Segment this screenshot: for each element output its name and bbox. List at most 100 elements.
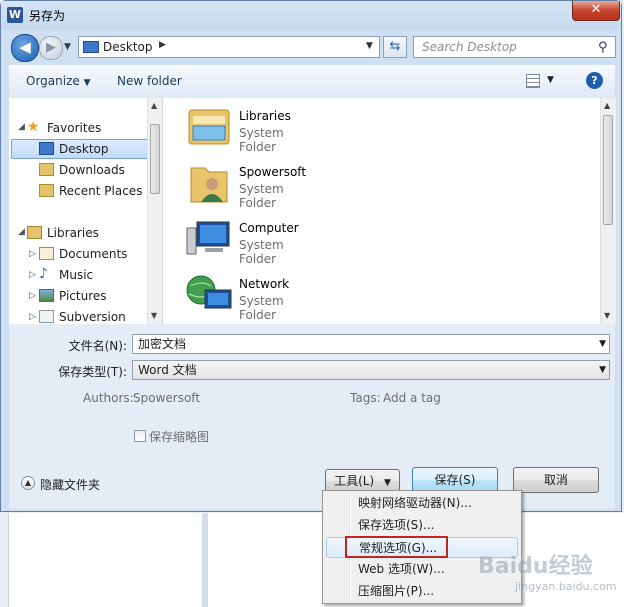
baidu-watermark-url: jingyan.baidu.com bbox=[515, 580, 617, 593]
background-divider bbox=[202, 513, 208, 607]
tools-label: 工具(L) bbox=[334, 474, 375, 488]
organize-label: Organize bbox=[26, 74, 80, 88]
filetype-label: 保存类型(T): bbox=[58, 365, 127, 379]
favorites-label: Favorites bbox=[47, 121, 102, 135]
expand-music-icon[interactable]: ▷ bbox=[29, 270, 36, 280]
recent-locations-dropdown[interactable]: ▼ bbox=[64, 42, 71, 52]
star-icon: ★ bbox=[27, 119, 40, 135]
refresh-icon: ⇆ bbox=[389, 39, 401, 54]
refresh-button[interactable]: ⇆ bbox=[383, 36, 407, 58]
save-thumbnail-label[interactable]: 保存缩略图 bbox=[149, 428, 209, 445]
expand-libraries-icon[interactable]: ◢ bbox=[18, 227, 25, 237]
baidu-watermark: Baidu经验 bbox=[478, 554, 593, 579]
expand-documents-icon[interactable]: ▷ bbox=[29, 249, 36, 259]
tags-label: Tags: bbox=[350, 391, 381, 405]
menu-item-label: 保存选项(S)... bbox=[358, 518, 435, 532]
expand-pictures-icon[interactable]: ▷ bbox=[29, 291, 36, 301]
scrollbar-thumb[interactable] bbox=[603, 115, 613, 225]
file-name: Spowersoft bbox=[239, 165, 307, 179]
scroll-down-icon[interactable]: ▼ bbox=[604, 311, 610, 320]
authors-label: Authors: bbox=[83, 391, 134, 405]
address-text[interactable]: Desktop bbox=[103, 40, 153, 54]
pictures-icon bbox=[39, 289, 54, 302]
chevron-down-icon: ▼ bbox=[83, 78, 91, 88]
menu-item-compress-pictures[interactable]: 压缩图片(P)... bbox=[326, 581, 518, 602]
file-type: System Folder bbox=[239, 238, 284, 266]
tags-value[interactable]: Add a tag bbox=[383, 391, 441, 405]
desktop-icon bbox=[83, 41, 99, 53]
scroll-down-icon[interactable]: ▼ bbox=[151, 311, 157, 320]
arrow-left-icon: ◀ bbox=[19, 38, 31, 56]
sidebar-item-label: Documents bbox=[59, 247, 128, 261]
filetype-select[interactable]: Word 文档 ▼ bbox=[132, 360, 610, 380]
cancel-button[interactable]: 取消 bbox=[513, 467, 599, 493]
chevron-down-icon[interactable]: ▼ bbox=[599, 335, 606, 353]
search-input[interactable]: Search Desktop ⚲ bbox=[413, 36, 616, 58]
menu-item-save-options[interactable]: 保存选项(S)... bbox=[326, 515, 518, 536]
filetype-value: Word 文档 bbox=[138, 363, 197, 377]
hide-folders-label: 隐藏文件夹 bbox=[40, 478, 101, 492]
title-bar[interactable]: W 另存为 ✕ bbox=[1, 1, 621, 29]
network-icon bbox=[186, 275, 232, 309]
subversion-icon bbox=[39, 310, 54, 323]
desktop-icon bbox=[39, 142, 54, 155]
sidebar-item-label: Subversion bbox=[59, 310, 126, 324]
sidebar-item-label: Recent Places bbox=[59, 184, 143, 198]
address-bar[interactable]: Desktop ▶ ▼ bbox=[78, 36, 380, 58]
sidebar-item-label: Pictures bbox=[59, 289, 107, 303]
view-options-dropdown[interactable]: ▼ bbox=[547, 75, 554, 85]
scroll-up-icon[interactable]: ▲ bbox=[604, 101, 610, 110]
word-app-icon: W bbox=[7, 7, 23, 23]
annotation-highlight-box bbox=[345, 536, 448, 558]
filename-field[interactable]: 加密文档 ▼ bbox=[132, 334, 610, 354]
chevron-down-icon[interactable]: ▼ bbox=[599, 361, 606, 379]
menu-item-label: 映射网络驱动器(N)... bbox=[358, 496, 472, 510]
change-view-icon[interactable] bbox=[526, 74, 540, 88]
command-toolbar: Organize ▼ New folder ▼ ? bbox=[9, 65, 615, 99]
filename-label: 文件名(N): bbox=[68, 339, 127, 353]
navigation-pane: ◢ ★ Favorites Desktop Downloads Recent P… bbox=[9, 98, 163, 324]
file-name: Network bbox=[239, 277, 290, 291]
libraries-icon bbox=[188, 109, 230, 145]
libraries-icon bbox=[27, 226, 42, 239]
chevron-up-icon: ▲ bbox=[21, 476, 35, 490]
menu-item-label: Web 选项(W)... bbox=[358, 562, 445, 576]
expand-favorites-icon[interactable]: ◢ bbox=[18, 122, 25, 132]
file-name: Libraries bbox=[239, 109, 291, 123]
user-folder-icon bbox=[190, 167, 228, 203]
chevron-down-icon: ▼ bbox=[383, 478, 391, 488]
help-icon[interactable]: ? bbox=[586, 72, 603, 89]
scrollbar-thumb[interactable] bbox=[150, 124, 160, 194]
libraries-label: Libraries bbox=[47, 226, 99, 240]
navpane-scrollbar[interactable]: ▲ ▼ bbox=[147, 98, 162, 324]
filelist-scrollbar[interactable]: ▲ ▼ bbox=[600, 98, 616, 324]
file-list: Libraries System Folder Spowersoft Syste… bbox=[163, 98, 616, 324]
address-dropdown-icon[interactable]: ▼ bbox=[366, 41, 373, 51]
search-placeholder: Search Desktop bbox=[422, 40, 517, 54]
sidebar-item-label: Downloads bbox=[59, 163, 125, 177]
recent-places-icon bbox=[39, 184, 54, 197]
menu-item-map-network-drive[interactable]: 映射网络驱动器(N)... bbox=[326, 493, 518, 514]
organize-button[interactable]: Organize ▼ bbox=[26, 74, 91, 88]
file-name: Computer bbox=[239, 221, 299, 235]
file-type: System Folder bbox=[239, 294, 284, 322]
save-as-dialog: W 另存为 ✕ ◀ ▶ ▼ Desktop ▶ ▼ ⇆ Search Deskt… bbox=[0, 0, 622, 512]
forward-button[interactable]: ▶ bbox=[39, 36, 63, 60]
breadcrumb-arrow-icon[interactable]: ▶ bbox=[159, 40, 166, 50]
documents-icon bbox=[39, 247, 54, 260]
back-button[interactable]: ◀ bbox=[11, 34, 39, 62]
search-icon[interactable]: ⚲ bbox=[598, 40, 608, 55]
expand-subversion-icon[interactable]: ▷ bbox=[29, 312, 36, 322]
new-folder-button[interactable]: New folder bbox=[117, 74, 182, 88]
menu-item-label: 压缩图片(P)... bbox=[358, 584, 435, 598]
music-icon: ♪ bbox=[39, 266, 48, 282]
save-form: 文件名(N): 加密文档 ▼ 保存类型(T): Word 文档 ▼ Author… bbox=[9, 324, 615, 509]
sidebar-item-label: Music bbox=[59, 268, 94, 282]
file-type: System Folder bbox=[239, 182, 284, 210]
window-title: 另存为 bbox=[29, 9, 66, 23]
scroll-up-icon[interactable]: ▲ bbox=[151, 101, 157, 110]
arrow-right-icon: ▶ bbox=[46, 40, 56, 55]
close-button[interactable]: ✕ bbox=[572, 1, 620, 21]
save-thumbnail-checkbox[interactable] bbox=[134, 430, 146, 442]
authors-value[interactable]: Spowersoft bbox=[133, 391, 200, 405]
